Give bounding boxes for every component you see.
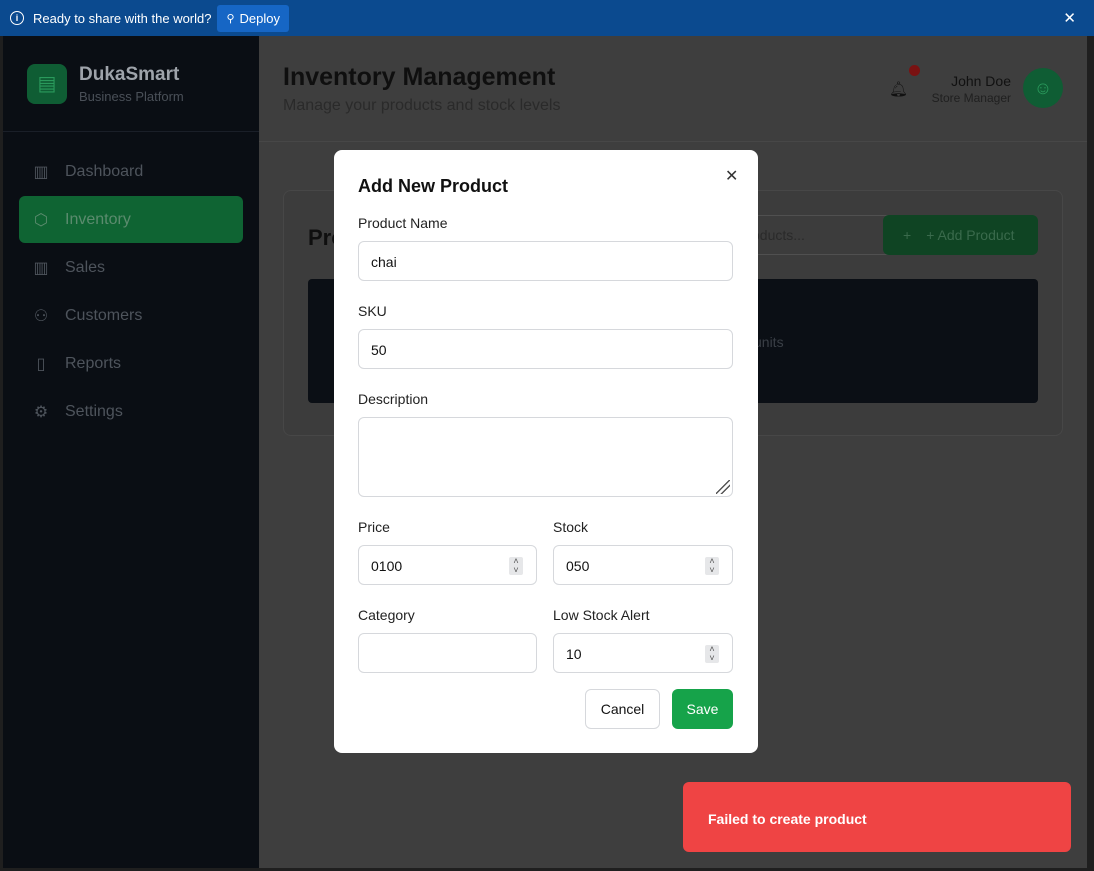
bar-chart-icon: ▥ xyxy=(33,259,49,277)
units-label: units xyxy=(754,334,784,350)
bell-icon[interactable]: 🔔︎ xyxy=(889,80,908,98)
modal-title: Add New Product xyxy=(358,176,509,196)
resize-handle-icon[interactable] xyxy=(716,480,730,494)
product-name-label: Product Name xyxy=(358,215,448,231)
sidebar-item-label: Sales xyxy=(65,258,106,276)
sku-label: SKU xyxy=(358,303,387,319)
page-subtitle: Manage your products and stock levels xyxy=(283,97,561,114)
user-name: John Doe xyxy=(951,73,1011,89)
sidebar-item-sales[interactable]: ▥ Sales xyxy=(19,244,243,291)
spinner-icon[interactable]: ˄ ˅ xyxy=(705,645,719,663)
stock-input[interactable]: 050 ˄ ˅ xyxy=(553,545,733,585)
file-icon: ▯ xyxy=(36,355,46,373)
brand-subtitle: Business Platform xyxy=(79,88,184,104)
user-role: Store Manager xyxy=(931,91,1011,105)
stock-label: Stock xyxy=(553,519,589,535)
add-product-button[interactable]: + + Add Product xyxy=(883,215,1038,255)
notification-dot xyxy=(909,65,920,76)
box-icon: ⬡ xyxy=(34,211,48,229)
description-label: Description xyxy=(358,391,429,407)
sidebar-item-dashboard[interactable]: ▥ Dashboard xyxy=(19,148,243,195)
spinner-icon[interactable]: ˄ ˅ xyxy=(509,557,523,575)
category-input[interactable] xyxy=(358,633,537,673)
user-icon: ☺ xyxy=(1033,77,1053,98)
price-value: 0100 xyxy=(371,558,403,574)
deploy-banner: i Ready to share with the world? ⚲ Deplo… xyxy=(0,0,1094,36)
spinner-icon[interactable]: ˄ ˅ xyxy=(705,557,719,575)
low-stock-input[interactable]: 10 ˄ ˅ xyxy=(553,633,733,673)
deploy-label: Deploy xyxy=(239,10,281,26)
brand-name: DukaSmart xyxy=(79,63,180,85)
error-toast[interactable]: Failed to create product xyxy=(683,782,1071,852)
save-button[interactable]: Save xyxy=(672,689,733,729)
description-textarea[interactable] xyxy=(358,417,733,497)
plus-icon: + xyxy=(903,227,912,243)
banner-message: Ready to share with the world? xyxy=(33,10,212,26)
low-stock-value: 10 xyxy=(566,646,582,662)
avatar[interactable]: ☺ xyxy=(1023,68,1063,108)
sku-input[interactable]: 50 xyxy=(358,329,733,369)
sidebar-item-label: Dashboard xyxy=(65,162,144,180)
sidebar: ▤ DukaSmart Business Platform ▥ Dashboar… xyxy=(3,36,259,868)
sidebar-item-label: Inventory xyxy=(65,210,131,228)
sidebar-nav: ▥ Dashboard ⬡ Inventory ▥ Sales ⚇ Custom… xyxy=(3,132,259,435)
store-icon: ▤ xyxy=(27,63,67,104)
page-title: Inventory Management xyxy=(283,63,556,91)
bar-chart-icon: ▥ xyxy=(33,163,49,181)
info-icon: i xyxy=(10,11,24,25)
users-icon: ⚇ xyxy=(33,307,49,325)
sidebar-item-reports[interactable]: ▯ Reports xyxy=(19,340,243,387)
category-label: Category xyxy=(358,607,415,623)
close-icon[interactable]: ✕ xyxy=(725,166,738,186)
close-icon[interactable]: ✕ xyxy=(1063,9,1076,27)
sidebar-item-customers[interactable]: ⚇ Customers xyxy=(19,292,243,339)
deploy-icon: ⚲ xyxy=(226,12,235,25)
sidebar-item-label: Reports xyxy=(65,354,122,372)
gear-icon: ⚙ xyxy=(33,403,49,421)
low-stock-label: Low Stock Alert xyxy=(553,607,650,623)
search-input[interactable]: oducts... xyxy=(739,215,895,255)
cancel-button[interactable]: Cancel xyxy=(585,689,660,729)
price-input[interactable]: 0100 ˄ ˅ xyxy=(358,545,537,585)
sidebar-item-settings[interactable]: ⚙ Settings xyxy=(19,388,243,435)
sidebar-item-inventory[interactable]: ⬡ Inventory xyxy=(19,196,243,243)
topbar: Inventory Management Manage your product… xyxy=(259,36,1087,142)
brand: ▤ DukaSmart Business Platform xyxy=(3,36,259,132)
sidebar-item-label: Customers xyxy=(65,306,143,324)
deploy-button[interactable]: ⚲ Deploy xyxy=(217,4,290,32)
sidebar-item-label: Settings xyxy=(65,402,123,420)
add-product-modal: Add New Product ✕ Product Name chai SKU … xyxy=(334,150,758,753)
stock-value: 050 xyxy=(566,558,590,574)
price-label: Price xyxy=(358,519,390,535)
product-name-input[interactable]: chai xyxy=(358,241,733,281)
add-product-label: + Add Product xyxy=(926,227,1015,243)
